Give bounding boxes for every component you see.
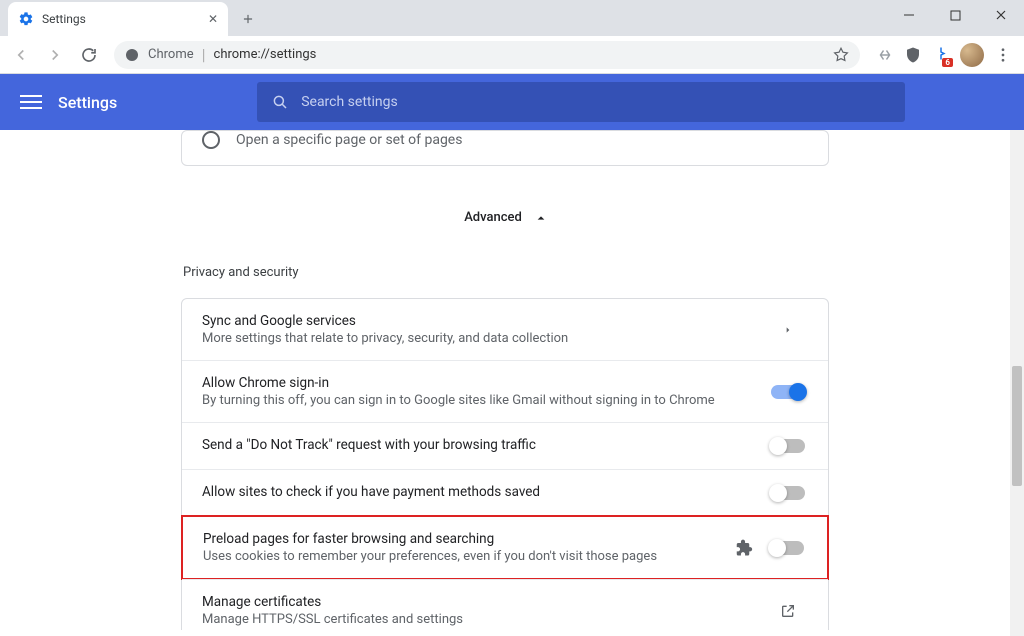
row-allow-signin: Allow Chrome sign-in By turning this off… — [182, 360, 828, 422]
row-manage-certificates[interactable]: Manage certificates Manage HTTPS/SSL cer… — [182, 579, 828, 630]
origin-label: Chrome — [148, 47, 194, 62]
extension-icons: 6 — [870, 43, 1018, 67]
section-title: Privacy and security — [183, 265, 827, 280]
toggle-payment[interactable] — [771, 486, 805, 500]
reload-button[interactable] — [74, 40, 104, 70]
external-link-icon — [768, 603, 808, 619]
row-preload-pages: Preload pages for faster browsing and se… — [181, 515, 829, 580]
shield-icon[interactable] — [904, 46, 922, 64]
advanced-toggle[interactable]: Advanced — [181, 210, 829, 225]
startup-card: Open a specific page or set of pages — [181, 130, 829, 166]
settings-content: Open a specific page or set of pages Adv… — [0, 130, 1010, 630]
gear-icon — [18, 11, 34, 27]
chevron-right-icon — [768, 324, 808, 336]
privacy-card: Sync and Google services More settings t… — [181, 298, 829, 630]
search-settings-box[interactable] — [257, 82, 905, 122]
row-do-not-track: Send a "Do Not Track" request with your … — [182, 422, 828, 469]
toggle-preload[interactable] — [770, 541, 804, 555]
forward-button[interactable] — [40, 40, 70, 70]
radio-unchecked-icon[interactable] — [202, 131, 220, 149]
extension-badge-icon[interactable]: 6 — [932, 46, 950, 64]
window-controls — [886, 0, 1024, 30]
window-titlebar: Settings ✕ — [0, 0, 1024, 36]
close-icon[interactable]: ✕ — [208, 12, 218, 26]
scrollbar-thumb[interactable] — [1012, 366, 1022, 486]
search-input[interactable] — [301, 94, 891, 110]
url-text: chrome://settings — [214, 47, 317, 62]
search-icon — [271, 93, 289, 111]
browser-toolbar: Chrome | chrome://settings 6 — [0, 36, 1024, 74]
settings-header: Settings — [0, 74, 1024, 130]
minimize-button[interactable] — [886, 0, 932, 30]
address-bar[interactable]: Chrome | chrome://settings — [114, 41, 860, 69]
browser-tab[interactable]: Settings ✕ — [8, 2, 228, 36]
back-button[interactable] — [6, 40, 36, 70]
new-tab-button[interactable] — [234, 5, 262, 33]
maximize-button[interactable] — [932, 0, 978, 30]
startup-option-label[interactable]: Open a specific page or set of pages — [236, 132, 462, 148]
row-sync-google-services[interactable]: Sync and Google services More settings t… — [182, 299, 828, 360]
extension-icon[interactable] — [876, 46, 894, 64]
tab-title: Settings — [42, 12, 200, 26]
menu-hamburger-icon[interactable] — [20, 95, 42, 109]
vertical-scrollbar[interactable] — [1010, 130, 1024, 636]
bookmark-star-icon[interactable] — [832, 46, 850, 64]
profile-avatar[interactable] — [960, 43, 984, 67]
site-info-icon[interactable] — [124, 47, 140, 63]
close-window-button[interactable] — [978, 0, 1024, 30]
chevron-up-icon — [536, 213, 546, 223]
menu-icon[interactable] — [994, 46, 1012, 64]
page-title: Settings — [58, 93, 117, 112]
puzzle-piece-icon — [733, 538, 753, 558]
row-payment-check: Allow sites to check if you have payment… — [182, 469, 828, 516]
toggle-allow-signin[interactable] — [771, 385, 805, 399]
toggle-dnt[interactable] — [771, 439, 805, 453]
